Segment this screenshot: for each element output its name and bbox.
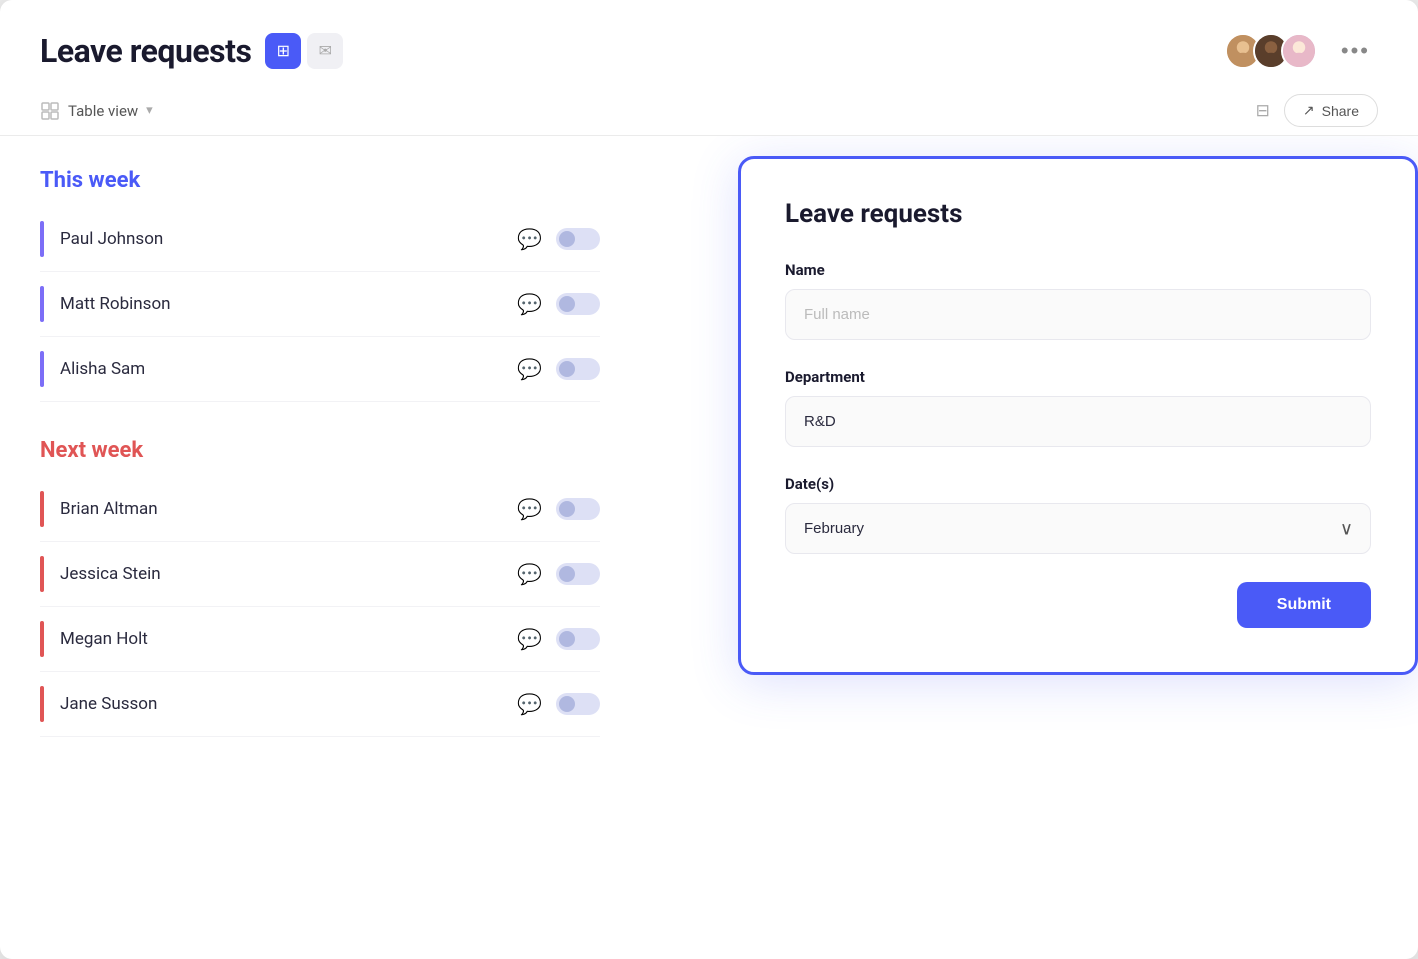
- view-selector[interactable]: Table view ▾: [40, 101, 153, 121]
- toolbar-right: ⊟ ↗ Share: [1256, 94, 1378, 127]
- this-week-rows: Paul Johnson 💬 Matt Robinson 💬: [40, 207, 600, 402]
- row-name: Brian Altman: [60, 499, 517, 519]
- row-accent: [40, 686, 44, 722]
- toggle-switch[interactable]: [556, 563, 600, 585]
- department-label: Department: [785, 368, 1371, 386]
- leave-request-modal: Leave requests Name Department Date(s) F…: [738, 156, 1418, 675]
- section-title-this-week: This week: [40, 168, 600, 193]
- avatar: [1281, 33, 1317, 69]
- toggle-switch[interactable]: [556, 498, 600, 520]
- row-actions: 💬: [517, 627, 600, 651]
- row-actions: 💬: [517, 357, 600, 381]
- modal-footer: Submit: [785, 582, 1371, 628]
- row-actions: 💬: [517, 562, 600, 586]
- row-accent: [40, 491, 44, 527]
- avatar-image: [1283, 33, 1315, 69]
- header: Leave requests ⊞ ✉: [0, 0, 1418, 86]
- row-actions: 💬: [517, 497, 600, 521]
- row-name: Jane Susson: [60, 694, 517, 714]
- content: This week Paul Johnson 💬 Matt Robinson 💬: [0, 136, 1418, 959]
- chevron-down-icon: ▾: [146, 103, 153, 118]
- row-actions: 💬: [517, 692, 600, 716]
- app-window: Leave requests ⊞ ✉: [0, 0, 1418, 959]
- header-right: •••: [1225, 33, 1378, 69]
- view-label: Table view: [68, 102, 138, 120]
- dates-select-wrapper: February January March April ∨: [785, 503, 1371, 554]
- header-icons: ⊞ ✉: [265, 33, 343, 69]
- more-options-button[interactable]: •••: [1333, 34, 1378, 68]
- name-input[interactable]: [785, 289, 1371, 340]
- name-field-group: Name: [785, 261, 1371, 340]
- list-item: Jessica Stein 💬: [40, 542, 600, 607]
- next-week-rows: Brian Altman 💬 Jessica Stein 💬: [40, 477, 600, 737]
- comment-icon[interactable]: 💬: [517, 562, 542, 586]
- share-icon: ↗: [1303, 102, 1315, 119]
- comment-icon[interactable]: 💬: [517, 497, 542, 521]
- mail-icon[interactable]: ✉: [307, 33, 343, 69]
- list-item: Megan Holt 💬: [40, 607, 600, 672]
- row-accent: [40, 351, 44, 387]
- dates-label: Date(s): [785, 475, 1371, 493]
- row-accent: [40, 621, 44, 657]
- modal-title: Leave requests: [785, 199, 1371, 229]
- comment-icon[interactable]: 💬: [517, 692, 542, 716]
- list-item: Matt Robinson 💬: [40, 272, 600, 337]
- share-label: Share: [1322, 103, 1359, 119]
- row-actions: 💬: [517, 292, 600, 316]
- row-accent: [40, 286, 44, 322]
- name-label: Name: [785, 261, 1371, 279]
- department-field-group: Department: [785, 368, 1371, 447]
- share-button[interactable]: ↗ Share: [1284, 94, 1378, 127]
- header-left: Leave requests ⊞ ✉: [40, 32, 343, 70]
- toggle-switch[interactable]: [556, 228, 600, 250]
- comment-icon[interactable]: 💬: [517, 627, 542, 651]
- toggle-switch[interactable]: [556, 358, 600, 380]
- list-item: Alisha Sam 💬: [40, 337, 600, 402]
- row-name: Megan Holt: [60, 629, 517, 649]
- row-accent: [40, 221, 44, 257]
- row-actions: 💬: [517, 227, 600, 251]
- toggle-switch[interactable]: [556, 293, 600, 315]
- table-view-icon: [40, 101, 60, 121]
- row-name: Paul Johnson: [60, 229, 517, 249]
- toggle-switch[interactable]: [556, 628, 600, 650]
- table-list: This week Paul Johnson 💬 Matt Robinson 💬: [40, 168, 600, 927]
- row-name: Jessica Stein: [60, 564, 517, 584]
- toggle-switch[interactable]: [556, 693, 600, 715]
- list-item: Paul Johnson 💬: [40, 207, 600, 272]
- department-input[interactable]: [785, 396, 1371, 447]
- toolbar: Table view ▾ ⊟ ↗ Share: [0, 86, 1418, 136]
- comment-icon[interactable]: 💬: [517, 357, 542, 381]
- filter-icon[interactable]: ⊟: [1256, 101, 1270, 121]
- list-item: Brian Altman 💬: [40, 477, 600, 542]
- row-name: Alisha Sam: [60, 359, 517, 379]
- grid-view-icon[interactable]: ⊞: [265, 33, 301, 69]
- section-title-next-week: Next week: [40, 438, 600, 463]
- comment-icon[interactable]: 💬: [517, 227, 542, 251]
- comment-icon[interactable]: 💬: [517, 292, 542, 316]
- row-accent: [40, 556, 44, 592]
- dates-select[interactable]: February January March April: [785, 503, 1371, 554]
- submit-button[interactable]: Submit: [1237, 582, 1371, 628]
- row-name: Matt Robinson: [60, 294, 517, 314]
- list-item: Jane Susson 💬: [40, 672, 600, 737]
- dates-field-group: Date(s) February January March April ∨: [785, 475, 1371, 554]
- avatars: [1225, 33, 1317, 69]
- page-title: Leave requests: [40, 32, 251, 70]
